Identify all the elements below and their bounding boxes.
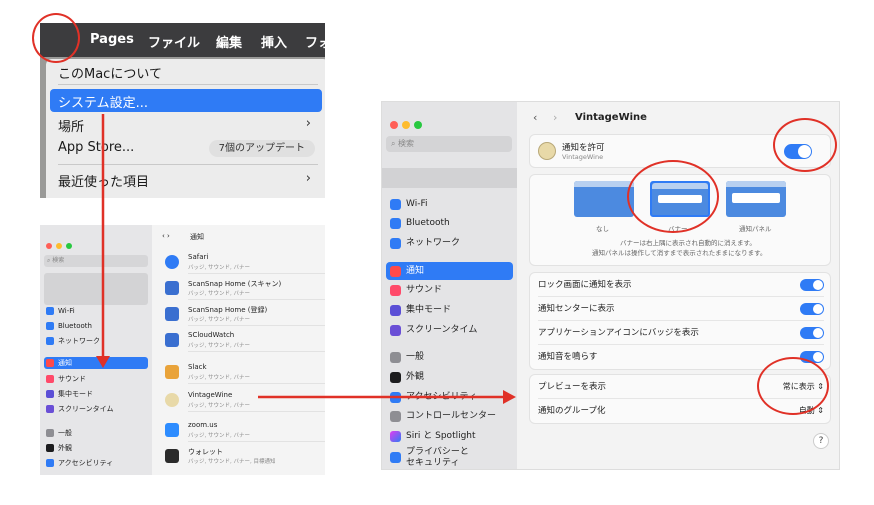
arrow-head-right xyxy=(503,390,516,404)
annotation-arrows xyxy=(96,114,516,404)
arrow-head-down xyxy=(96,356,110,368)
